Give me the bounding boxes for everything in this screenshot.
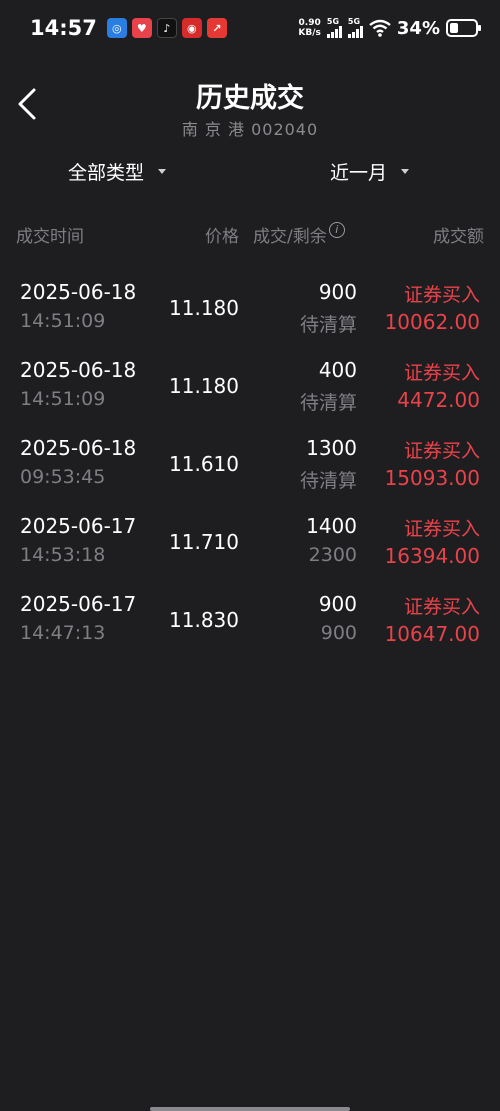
- trade-amount: 15093.00: [384, 466, 480, 490]
- trade-amount: 16394.00: [384, 544, 480, 568]
- trade-type: 证券买入: [403, 284, 480, 306]
- page-title: 历史成交: [196, 83, 304, 114]
- trade-amount: 10647.00: [384, 622, 480, 646]
- trade-quantity: 900: [318, 592, 357, 616]
- type-filter-dropdown[interactable]: 全部类型: [68, 158, 167, 185]
- caret-down-icon: [158, 169, 167, 174]
- trade-quantity: 900: [318, 280, 357, 304]
- app-notification-icon: ♥: [131, 18, 152, 38]
- status-bar: 14:57 ◎ ♥ ♪ ◉ ↗ 0.90 KB/s 5G 5G 34%: [0, 0, 500, 56]
- column-time: 成交时间: [16, 227, 84, 247]
- trade-list: 2025-06-18 14:51:09 11.180 900 待清算 证券买入 …: [0, 266, 500, 656]
- filter-bar: 全部类型 近一月: [0, 158, 500, 192]
- stock-name-code: 南 京 港 002040: [181, 120, 319, 139]
- trade-type: 证券买入: [403, 596, 480, 618]
- notification-icons: ◎ ♥ ♪ ◉ ↗: [106, 18, 227, 38]
- trade-date: 2025-06-18: [20, 280, 137, 304]
- trade-row[interactable]: 2025-06-18 14:51:09 11.180 900 待清算 证券买入 …: [0, 266, 500, 344]
- app-notification-icon: ↗: [206, 18, 227, 38]
- trade-price: 11.830: [169, 608, 239, 632]
- app-notification-icon: ◎: [106, 18, 127, 38]
- trade-remaining: 待清算: [299, 470, 357, 492]
- trade-row[interactable]: 2025-06-17 14:53:18 11.710 1400 2300 证券买…: [0, 500, 500, 578]
- trade-price: 11.610: [169, 452, 239, 476]
- trade-type: 证券买入: [403, 518, 480, 540]
- trade-row[interactable]: 2025-06-18 09:53:45 11.610 1300 待清算 证券买入…: [0, 422, 500, 500]
- trade-remaining: 待清算: [299, 314, 357, 336]
- trade-quantity: 1400: [306, 514, 357, 538]
- period-filter-label: 近一月: [330, 162, 388, 184]
- trade-amount: 4472.00: [397, 388, 480, 412]
- column-price: 价格: [205, 227, 239, 247]
- trade-price: 11.180: [169, 374, 239, 398]
- battery-icon: [446, 19, 481, 37]
- wifi-icon: [369, 19, 391, 37]
- type-filter-label: 全部类型: [68, 162, 145, 184]
- home-indicator[interactable]: [150, 1107, 350, 1111]
- trade-price: 11.180: [169, 296, 239, 320]
- battery-percent: 34%: [396, 17, 440, 39]
- trade-date: 2025-06-17: [20, 514, 137, 538]
- trade-time: 09:53:45: [20, 466, 106, 488]
- trade-time: 14:51:09: [20, 310, 106, 332]
- trade-time: 14:47:13: [20, 622, 106, 644]
- trade-row[interactable]: 2025-06-17 14:47:13 11.830 900 900 证券买入 …: [0, 578, 500, 656]
- trade-time: 14:53:18: [20, 544, 106, 566]
- tiktok-icon: ♪: [156, 18, 177, 38]
- caret-down-icon: [401, 169, 410, 174]
- trade-quantity: 400: [318, 358, 357, 382]
- period-filter-dropdown[interactable]: 近一月: [330, 158, 410, 185]
- trade-type: 证券买入: [403, 440, 480, 462]
- column-amount: 成交额: [433, 227, 484, 247]
- page-header: 历史成交 南 京 港 002040: [0, 70, 500, 140]
- trade-remaining: 待清算: [299, 392, 357, 414]
- trade-amount: 10062.00: [384, 310, 480, 334]
- network-speed: 0.90 KB/s: [298, 18, 321, 38]
- trade-row[interactable]: 2025-06-18 14:51:09 11.180 400 待清算 证券买入 …: [0, 344, 500, 422]
- trade-time: 14:51:09: [20, 388, 106, 410]
- trade-remaining: 900: [320, 622, 357, 644]
- trade-date: 2025-06-17: [20, 592, 137, 616]
- signal-icon: 5G: [326, 18, 342, 38]
- trade-price: 11.710: [169, 530, 239, 554]
- trade-date: 2025-06-18: [20, 436, 137, 460]
- info-icon[interactable]: i: [328, 222, 345, 238]
- signal-icon: 5G: [347, 18, 363, 38]
- trade-remaining: 2300: [308, 544, 357, 566]
- table-header: 成交时间 价格 成交/剩余 i 成交额: [0, 222, 500, 250]
- weibo-icon: ◉: [181, 18, 202, 38]
- trade-quantity: 1300: [306, 436, 357, 460]
- column-fill: 成交/剩余 i: [253, 222, 345, 247]
- trade-type: 证券买入: [403, 362, 480, 384]
- trade-date: 2025-06-18: [20, 358, 137, 382]
- status-time: 14:57: [30, 16, 97, 40]
